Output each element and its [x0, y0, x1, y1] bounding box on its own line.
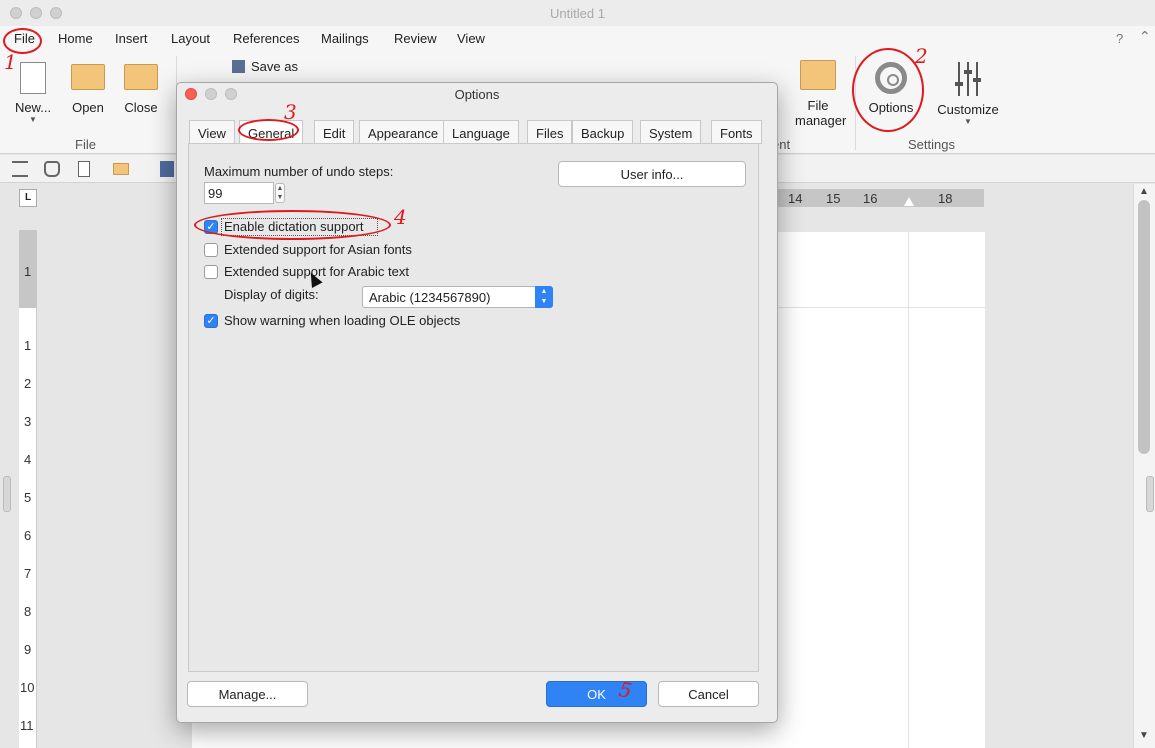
ruler-number: 3: [24, 414, 32, 429]
scroll-up-icon[interactable]: ▲: [1139, 186, 1149, 197]
vertical-ruler[interactable]: 1 1 2 3 4 5 6 7 8 9 10 11: [19, 230, 37, 748]
ruler-number: 9: [24, 642, 32, 657]
undo-steps-label: Maximum number of undo steps:: [204, 164, 394, 179]
dialog-title: Options: [454, 87, 500, 102]
settings-group-label: Settings: [908, 137, 955, 152]
toolbar-menu-icon[interactable]: [12, 161, 28, 177]
scroll-down-icon[interactable]: ▼: [1139, 730, 1149, 741]
annotation-step-3: 3: [284, 100, 297, 124]
ruler-number: 18: [938, 191, 953, 206]
help-icon[interactable]: ?: [1116, 31, 1123, 46]
close-label: Close: [124, 100, 158, 115]
tab-appearance[interactable]: Appearance: [359, 120, 448, 144]
new-button[interactable]: New... ▼: [12, 62, 54, 124]
ruler-number: 11: [20, 718, 34, 733]
vertical-scrollbar[interactable]: ▲ ▼: [1133, 184, 1155, 748]
menu-home[interactable]: Home: [58, 31, 93, 46]
digits-label: Display of digits:: [224, 287, 319, 302]
tab-system[interactable]: System: [640, 120, 702, 144]
file-manager-label: File manager: [795, 98, 847, 128]
annotation-options-circle: [852, 48, 924, 132]
margin-guide: [908, 232, 909, 748]
ruler-number: 5: [24, 490, 32, 505]
customize-label: Customize: [937, 102, 999, 117]
close-folder-icon: [124, 64, 158, 90]
file-group-label: File: [75, 137, 96, 152]
toolbar-save-icon[interactable]: [160, 161, 174, 177]
ruler-number: 1: [24, 264, 32, 279]
tab-view[interactable]: View: [189, 120, 235, 144]
window-titlebar: Untitled 1: [0, 0, 1155, 26]
annotation-step-2: 2: [915, 44, 928, 68]
annotation-step-4: 4: [394, 205, 407, 229]
ruler-number: 14: [788, 191, 803, 206]
tab-edit[interactable]: Edit: [314, 120, 355, 144]
arabic-text-checkbox[interactable]: [204, 265, 218, 279]
menu-view[interactable]: View: [457, 31, 485, 46]
ruler-number: 2: [24, 376, 32, 391]
ole-warning-label[interactable]: Show warning when loading OLE objects: [224, 313, 460, 328]
undo-steps-stepper[interactable]: ▲ ▼: [275, 183, 285, 203]
tab-stop-selector[interactable]: L: [19, 189, 37, 207]
manage-button[interactable]: Manage...: [187, 681, 308, 707]
right-sidebar-handle[interactable]: [1146, 476, 1154, 512]
digits-select-value: Arabic (1234567890): [369, 290, 491, 305]
tab-files[interactable]: Files: [527, 120, 573, 144]
menu-insert[interactable]: Insert: [115, 31, 148, 46]
hand-icon[interactable]: [44, 161, 60, 177]
ruler-number: 7: [24, 566, 32, 581]
ruler-number: 4: [24, 452, 32, 467]
ruler-number: 1: [24, 338, 32, 353]
annotation-dictation-circle: [194, 210, 391, 240]
file-manager-button[interactable]: File manager: [795, 60, 846, 128]
asian-fonts-checkbox[interactable]: [204, 243, 218, 257]
save-icon: [232, 60, 245, 73]
margin-guide: [776, 307, 985, 308]
open-button[interactable]: Open: [68, 64, 108, 115]
digits-select[interactable]: Arabic (1234567890) ▲ ▼: [362, 286, 553, 308]
window-title: Untitled 1: [550, 6, 605, 21]
annotation-step-1: 1: [4, 50, 17, 74]
ole-warning-checkbox[interactable]: ✓: [204, 314, 218, 328]
menu-review[interactable]: Review: [394, 31, 437, 46]
select-arrows-icon: ▲ ▼: [535, 286, 553, 308]
tab-language[interactable]: Language: [443, 120, 519, 144]
left-sidebar-handle[interactable]: [3, 476, 11, 512]
cancel-button[interactable]: Cancel: [658, 681, 759, 707]
save-as-label: Save as: [251, 59, 298, 74]
new-document-icon: [20, 62, 46, 94]
ruler-number: 16: [863, 191, 878, 206]
tab-backup[interactable]: Backup: [572, 120, 634, 144]
ruler-number: 8: [24, 604, 32, 619]
tab-fonts[interactable]: Fonts: [711, 120, 762, 144]
horizontal-ruler[interactable]: 14 15 16 18: [770, 189, 984, 207]
open-folder-icon[interactable]: [113, 163, 129, 175]
scrollbar-thumb[interactable]: [1138, 200, 1150, 454]
customize-button[interactable]: Customize ▼: [930, 62, 1006, 126]
customize-sliders-icon: [952, 62, 984, 96]
new-doc-icon[interactable]: [78, 161, 90, 177]
indent-marker[interactable]: [904, 197, 914, 206]
folder-icon: [71, 64, 105, 90]
menu-mailings[interactable]: Mailings: [321, 31, 369, 46]
options-dialog: Options View General Edit Appearance Lan…: [176, 82, 778, 723]
undo-steps-input[interactable]: 99: [204, 182, 274, 204]
new-label: New...: [14, 100, 52, 115]
menu-references[interactable]: References: [233, 31, 299, 46]
save-as-button[interactable]: Save as: [232, 59, 298, 74]
close-button[interactable]: Close: [121, 64, 161, 115]
asian-fonts-label[interactable]: Extended support for Asian fonts: [224, 242, 412, 257]
ruler-number: 10: [20, 680, 35, 695]
file-manager-icon: [800, 60, 836, 90]
menubar: File Home Insert Layout References Maili…: [0, 26, 1155, 52]
open-label: Open: [72, 100, 104, 115]
ruler-number: 15: [826, 191, 841, 206]
collapse-ribbon-icon[interactable]: ⌃: [1139, 28, 1151, 45]
ruler-number: 6: [24, 528, 32, 543]
user-info-button[interactable]: User info...: [558, 161, 746, 187]
menu-layout[interactable]: Layout: [171, 31, 210, 46]
